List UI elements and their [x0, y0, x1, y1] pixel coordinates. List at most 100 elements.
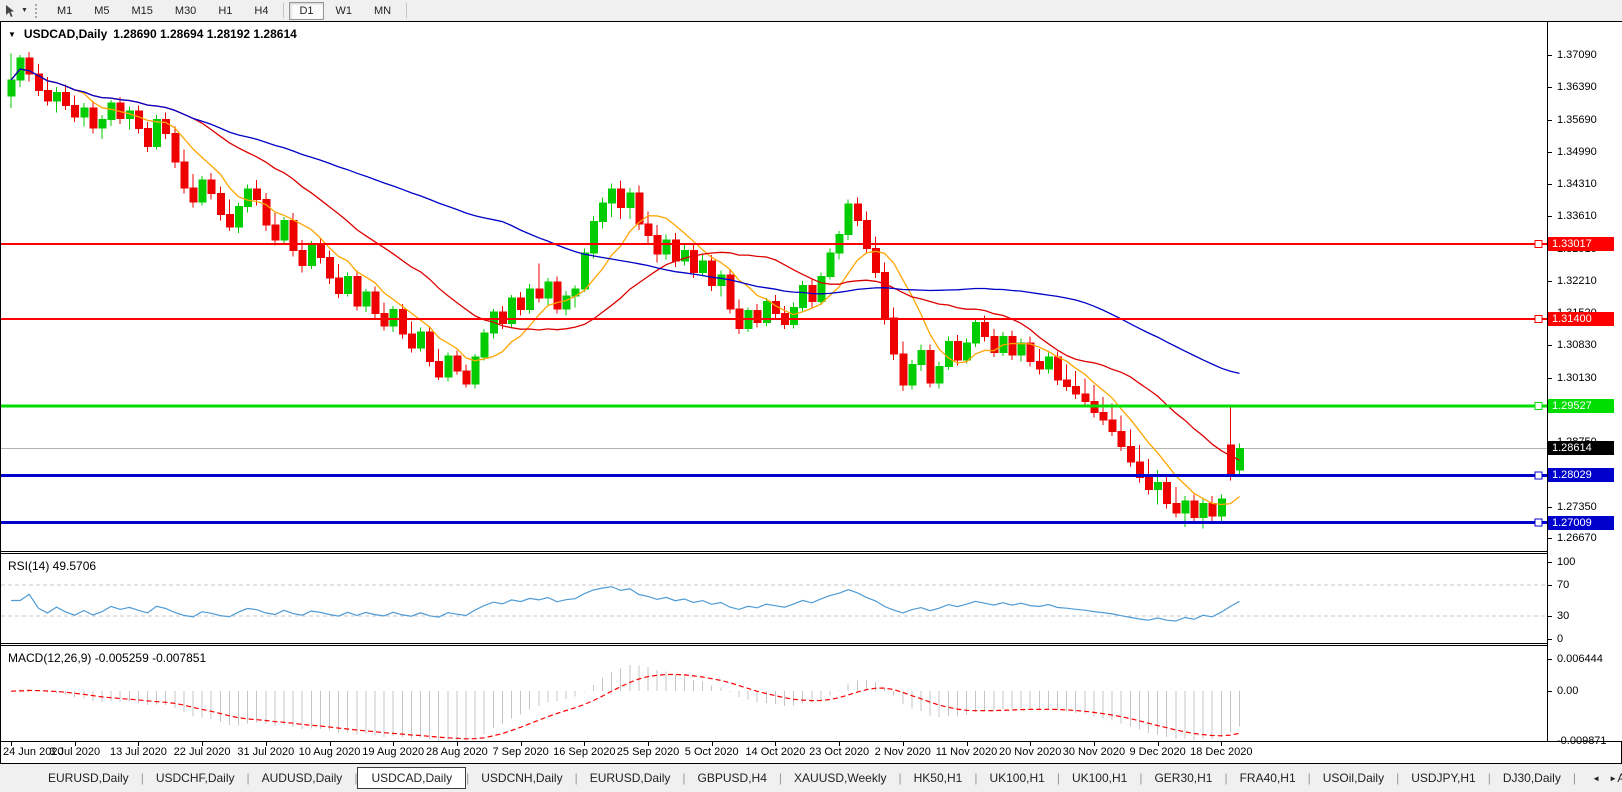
macd-axis-label: 0.006444 [1557, 652, 1603, 665]
price-axis-tick [1548, 345, 1552, 347]
date-axis-label: 23 Oct 2020 [809, 746, 870, 758]
tab-hk50-h1[interactable]: HK50,H1 [902, 768, 975, 788]
timeframe-button-h4[interactable]: H4 [244, 2, 278, 20]
rsi-pane-plot[interactable] [1, 554, 1547, 643]
price-axis-tick [1548, 377, 1552, 379]
level-endpoint-marker[interactable] [1534, 401, 1543, 410]
mid-ma-line [10, 68, 1240, 461]
date-axis-label: 16 Sep 2020 [553, 746, 616, 758]
price-pane-plot[interactable] [1, 22, 1547, 551]
cursor-tool-caret-icon[interactable]: ▼ [21, 7, 28, 14]
date-axis[interactable]: 24 Jun 2020 3 Jul 2020 13 Jul 2020 22 Jul 2… [1, 742, 1547, 763]
price-axis[interactable]: 1.37090 1.36390 1.35690 1.34990 1.34310 1.336… [1547, 22, 1622, 747]
level-endpoint-marker[interactable] [1534, 239, 1543, 248]
tab-usdchf-daily[interactable]: USDCHF,Daily [144, 768, 247, 788]
price-axis-tick [1548, 87, 1552, 89]
rsi-axis-tick [1548, 562, 1552, 563]
pane-separator[interactable] [1, 643, 1621, 644]
price-axis-tick [1548, 119, 1552, 121]
chart-window: ▼ USDCAD,Daily 1.28690 1.28694 1.28192 1… [0, 21, 1622, 764]
top-toolbar: ▼ M1 M5 M15 M30 H1 H4 D1 W1 MN [0, 0, 1622, 21]
date-axis-label: 10 Aug 2020 [298, 746, 361, 758]
level-endpoint-marker[interactable] [1534, 471, 1543, 480]
tab-uk100-h1[interactable]: UK100,H1 [1060, 768, 1139, 788]
tab-scroll-right-icon[interactable]: ► [1609, 774, 1617, 783]
pane-separator[interactable] [1, 551, 1621, 552]
tab-ger30-h1[interactable]: GER30,H1 [1142, 768, 1224, 788]
macd-indicator-label: MACD(12,26,9) -0.005259 -0.007851 [8, 651, 207, 665]
tab-dj30-daily[interactable]: DJ30,Daily [1491, 768, 1573, 788]
timeframe-button-mn[interactable]: MN [364, 2, 401, 20]
timeframe-button-m15[interactable]: M15 [122, 2, 163, 20]
tab-usoil-daily[interactable]: USOil,Daily [1311, 768, 1396, 788]
timeframe-button-group: M1 M5 M15 M30 H1 H4 D1 W1 MN [46, 1, 411, 20]
macd-histogram [19, 665, 1240, 741]
price-axis-label: 1.35690 [1557, 113, 1597, 126]
date-axis-label: 5 Oct 2020 [684, 746, 739, 758]
tab-gbpusd-h4[interactable]: GBPUSD,H4 [686, 768, 779, 788]
rsi-axis-label: 30 [1557, 609, 1570, 622]
rsi-axis-label: 100 [1557, 556, 1576, 568]
price-axis-label: 1.32210 [1557, 275, 1597, 288]
timeframe-button-m1[interactable]: M1 [47, 2, 82, 20]
toolbar-separator [406, 3, 408, 18]
date-axis-label: 30 Nov 2020 [1062, 746, 1126, 758]
level-price-label-1.29527[interactable]: 1.29527 [1548, 398, 1614, 413]
macd-pane-plot[interactable] [1, 646, 1547, 741]
tab-usdjpy-h1[interactable]: USDJPY,H1 [1399, 768, 1487, 788]
timeframe-button-w1[interactable]: W1 [326, 2, 363, 20]
tab-scroll-left-icon[interactable]: ◄ [1592, 774, 1600, 783]
timeframe-button-m30[interactable]: M30 [165, 2, 206, 20]
chart-dropdown-icon[interactable]: ▼ [8, 30, 16, 39]
price-axis-label: 1.30130 [1557, 371, 1597, 384]
level-endpoint-marker[interactable] [1534, 518, 1543, 527]
tab-usdcnh-daily[interactable]: USDCNH,Daily [469, 768, 574, 788]
tab-audusd-daily[interactable]: AUDUSD,Daily [250, 768, 355, 788]
price-axis-tick [1548, 152, 1552, 154]
chart-tab-bar: EURUSD,Daily | USDCHF,Daily | AUDUSD,Daily | U… [0, 764, 1622, 792]
price-axis-label: 1.27350 [1557, 500, 1597, 513]
rsi-indicator-label: RSI(14) 49.5706 [8, 559, 97, 573]
toolbar-separator [283, 3, 285, 18]
level-endpoint-marker[interactable] [1534, 314, 1543, 323]
cursor-tool-button[interactable]: ▼ [3, 4, 28, 18]
date-axis-label: 25 Sep 2020 [616, 746, 680, 758]
candlestick-series [7, 52, 1244, 529]
date-axis-label: 31 Jul 2020 [237, 746, 295, 758]
tab-eurusd-daily[interactable]: EURUSD,Daily [36, 768, 141, 788]
level-price-label-1.27009[interactable]: 1.27009 [1548, 515, 1614, 530]
tab-eurusd-daily[interactable]: EURUSD,Daily [578, 768, 683, 788]
date-axis-label: 11 Nov 2020 [935, 746, 998, 758]
rsi-axis-label: 0 [1557, 633, 1564, 645]
level-price-label-1.33017[interactable]: 1.33017 [1548, 236, 1614, 251]
price-axis-label: 1.36390 [1557, 81, 1597, 94]
date-axis-label: 13 Jul 2020 [109, 746, 167, 758]
timeframe-button-m5[interactable]: M5 [84, 2, 119, 20]
tab-usdcad-daily[interactable]: USDCAD,Daily [357, 767, 467, 789]
tab-xauusd-weekly[interactable]: XAUUSD,Weekly [782, 768, 898, 788]
date-axis-label: 14 Oct 2020 [745, 746, 806, 758]
timeframe-button-h1[interactable]: H1 [208, 2, 242, 20]
date-axis-label: 19 Aug 2020 [362, 746, 425, 758]
timeframe-button-d1[interactable]: D1 [289, 1, 324, 20]
rsi-axis-tick [1548, 615, 1552, 617]
level-price-label-1.31400[interactable]: 1.31400 [1548, 311, 1614, 326]
fast-ma-line [10, 68, 1240, 506]
price-axis-tick [1548, 216, 1552, 218]
level-price-label-1.28029[interactable]: 1.28029 [1548, 468, 1614, 483]
macd-signal-line [10, 673, 1240, 740]
current-price-label: 1.28614 [1548, 441, 1614, 456]
date-axis-label: 22 Jul 2020 [173, 746, 231, 758]
price-axis-label: 1.30830 [1557, 339, 1597, 352]
price-axis-tick [1548, 54, 1552, 56]
tab-scroll-controls: ◄ ► [1588, 764, 1617, 792]
macd-axis-tick [1548, 658, 1552, 660]
price-axis-tick [1548, 538, 1552, 540]
tab-fra40-h1[interactable]: FRA40,H1 [1228, 768, 1308, 788]
price-axis-tick [1548, 183, 1552, 185]
tab-uk100-h1[interactable]: UK100,H1 [977, 768, 1056, 788]
rsi-axis-label: 70 [1557, 579, 1570, 592]
chart-ohlc-values: 1.28690 1.28694 1.28192 1.28614 [113, 27, 297, 41]
price-axis-tick [1548, 281, 1552, 283]
price-axis-label: 1.34990 [1557, 146, 1597, 159]
